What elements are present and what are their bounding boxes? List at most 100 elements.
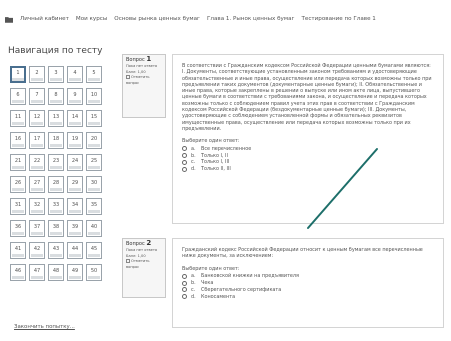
quiz-nav-button[interactable]: 40 (86, 220, 102, 237)
radio-button[interactable] (182, 146, 187, 152)
breadcrumb-item-chapter[interactable]: Глава 1. Рынок ценных бумаг (207, 16, 294, 22)
answer-option[interactable]: a. Все перечисленное (182, 146, 434, 153)
radio-button[interactable] (182, 273, 187, 279)
quiz-nav-button[interactable]: 47 (29, 264, 45, 281)
question-status: Пока нет ответа (126, 247, 158, 252)
quiz-nav-button[interactable]: 23 (48, 154, 64, 171)
answer-text: Чека (201, 279, 214, 286)
quiz-nav-button[interactable]: 45 (86, 242, 102, 259)
quiz-nav-button[interactable]: 19 (67, 132, 83, 149)
radio-button[interactable] (182, 287, 187, 293)
quiz-nav-button[interactable]: 30 (86, 176, 102, 193)
quiz-nav-button[interactable]: 49 (67, 264, 83, 281)
quiz-nav-button[interactable]: 26 (10, 176, 26, 193)
answer-option[interactable]: b. Только I, II (182, 152, 434, 159)
quiz-nav-button[interactable]: 2 (29, 66, 45, 83)
answer-prompt: Выберите один ответ: (182, 265, 240, 272)
quiz-nav-button[interactable]: 29 (67, 176, 83, 193)
radio-button[interactable] (182, 294, 187, 300)
quiz-nav-button[interactable]: 39 (67, 220, 83, 237)
radio-button[interactable] (182, 153, 187, 159)
quiz-nav-button[interactable]: 22 (29, 154, 45, 171)
quiz-nav-button[interactable]: 17 (29, 132, 45, 149)
quiz-nav-button[interactable]: 50 (86, 264, 102, 281)
quiz-nav-button[interactable]: 28 (48, 176, 64, 193)
quiz-nav-button[interactable]: 42 (29, 242, 45, 259)
quiz-nav-button[interactable]: 43 (48, 242, 64, 259)
quiz-nav-button[interactable]: 4 (67, 66, 83, 83)
quiz-nav-button[interactable]: 37 (29, 220, 45, 237)
answer-text: Коносамента (201, 293, 236, 300)
question-1-info: Вопрос 1 Пока нет ответа Балл: 1,00 Отме… (122, 54, 166, 118)
answer-letter: b. (191, 152, 196, 159)
quiz-nav-button[interactable]: 27 (29, 176, 45, 193)
answer-text: Все перечисленное (201, 145, 252, 152)
quiz-nav-button[interactable]: 10 (86, 88, 102, 105)
answer-letter: a. (191, 273, 196, 280)
quiz-nav-button[interactable]: 31 (10, 198, 26, 215)
quiz-nav-button[interactable]: 7 (29, 88, 45, 105)
question-text: Гражданский кодекс Российской Федерации … (182, 247, 423, 260)
question-text: В соответствии с Гражданским кодексом Ро… (182, 63, 432, 132)
quiz-nav-button[interactable]: 11 (10, 110, 26, 127)
dashboard-icon[interactable] (5, 16, 13, 23)
quiz-nav-button[interactable]: 15 (86, 110, 102, 127)
flag-question-link[interactable]: Отметить вопрос (126, 259, 162, 271)
flag-question-link[interactable]: Отметить вопрос (126, 75, 162, 87)
answer-option[interactable]: c. Сберегательного сертификата (182, 286, 434, 293)
quiz-nav-button[interactable]: 18 (48, 132, 64, 149)
quiz-nav-button[interactable]: 20 (86, 132, 102, 149)
quiz-nav-button[interactable]: 5 (86, 66, 102, 83)
radio-button[interactable] (182, 280, 187, 286)
answer-letter: c. (191, 286, 196, 293)
quiz-nav-button[interactable]: 9 (67, 88, 83, 105)
question-1-content: В соответствии с Гражданским кодексом Ро… (172, 54, 444, 224)
quiz-nav-button[interactable]: 1 (10, 66, 26, 83)
quiz-nav-button[interactable]: 12 (29, 110, 45, 127)
answer-text: Банковской книжки на предъявителя (201, 273, 299, 280)
quiz-nav-button[interactable]: 46 (10, 264, 26, 281)
quiz-nav-button[interactable]: 35 (86, 198, 102, 215)
answer-letter: d. (191, 166, 196, 173)
quiz-nav-button[interactable]: 8 (48, 88, 64, 105)
answer-list: a. Все перечисленное b. Только I, II c. Тольк… (182, 146, 434, 173)
quiz-navigation-title: Навигация по тесту (8, 46, 103, 56)
radio-button[interactable] (182, 160, 187, 166)
breadcrumb-item-quiz[interactable]: Тестирование по Главе 1 (301, 16, 375, 22)
quiz-nav-button[interactable]: 6 (10, 88, 26, 105)
radio-button[interactable] (182, 166, 187, 172)
answer-list: a. Банковской книжки на предъявителя b. Чек… (182, 273, 434, 300)
quiz-nav-button[interactable]: 48 (48, 264, 64, 281)
question-2-content: Гражданский кодекс Российской Федерации … (172, 238, 444, 328)
quiz-nav-button[interactable]: 33 (48, 198, 64, 215)
quiz-nav-button[interactable]: 32 (29, 198, 45, 215)
answer-text: Сберегательного сертификата (201, 286, 282, 293)
quiz-nav-button[interactable]: 13 (48, 110, 64, 127)
quiz-nav-button[interactable]: 14 (67, 110, 83, 127)
answer-letter: d. (191, 293, 196, 300)
answer-option[interactable]: c. Только I, III (182, 159, 434, 166)
quiz-nav-button[interactable]: 25 (86, 154, 102, 171)
quiz-nav-button[interactable]: 3 (48, 66, 64, 83)
question-status: Пока нет ответа (126, 63, 158, 68)
breadcrumb-item-dashboard[interactable]: Личный кабинет (20, 16, 69, 22)
answer-option[interactable]: d. Только II, III (182, 166, 434, 173)
breadcrumb-item-my-courses[interactable]: Мои курсы (76, 16, 107, 22)
answer-letter: b. (191, 279, 196, 286)
answer-option[interactable]: b. Чека (182, 280, 434, 287)
quiz-nav-button[interactable]: 16 (10, 132, 26, 149)
answer-prompt: Выберите один ответ: (182, 138, 240, 145)
quiz-nav-button[interactable]: 38 (48, 220, 64, 237)
quiz-nav-button[interactable]: 44 (67, 242, 83, 259)
answer-option[interactable]: d. Коносамента (182, 293, 434, 300)
answer-letter: a. (191, 145, 196, 152)
quiz-nav-button[interactable]: 41 (10, 242, 26, 259)
quiz-nav-button[interactable]: 34 (67, 198, 83, 215)
quiz-nav-button[interactable]: 24 (67, 154, 83, 171)
answer-letter: c. (191, 159, 196, 166)
finish-attempt-link[interactable]: Закончить попытку... (14, 324, 75, 330)
breadcrumb-item-course[interactable]: Основы рынка ценных бумаг (114, 16, 200, 22)
quiz-nav-button[interactable]: 36 (10, 220, 26, 237)
answer-option[interactable]: a. Банковской книжки на предъявителя (182, 273, 434, 280)
quiz-nav-button[interactable]: 21 (10, 154, 26, 171)
